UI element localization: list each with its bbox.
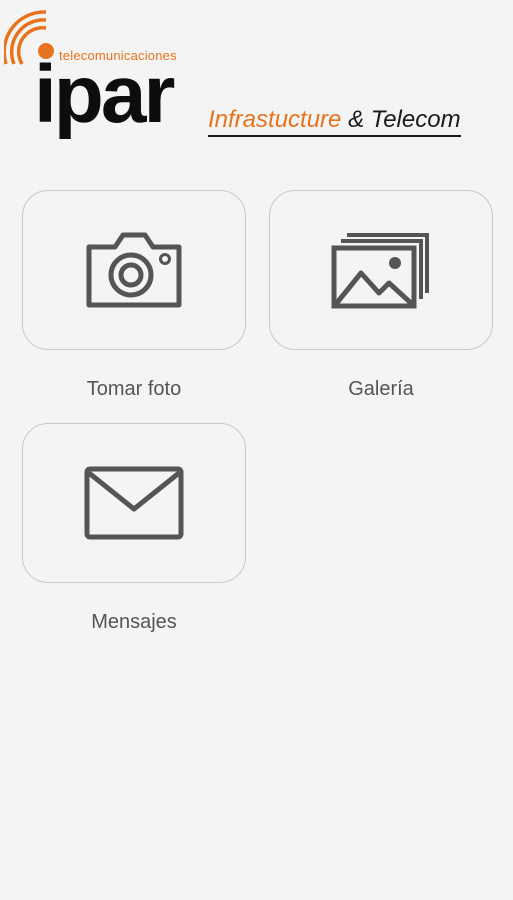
tagline: Infrastucture & Telecom [208, 106, 461, 137]
logo-wordmark: ipar [34, 49, 175, 140]
gallery-button[interactable] [269, 190, 493, 350]
gallery-label: Galería [348, 378, 414, 400]
take-photo-label: Tomar foto [86, 378, 182, 400]
tagline-accent: Infrastucture [208, 106, 342, 133]
mail-icon [84, 466, 184, 540]
tagline-rest: & Telecom [341, 106, 461, 133]
ipar-logo: telecomunicaciones ipar [4, 6, 200, 138]
take-photo-button[interactable] [22, 190, 246, 350]
app-header: telecomunicaciones ipar Infrastucture & … [0, 0, 513, 150]
camera-icon [86, 232, 182, 308]
messages-button[interactable] [22, 423, 246, 583]
messages-label: Mensajes [91, 611, 177, 633]
gallery-icon [331, 233, 429, 309]
